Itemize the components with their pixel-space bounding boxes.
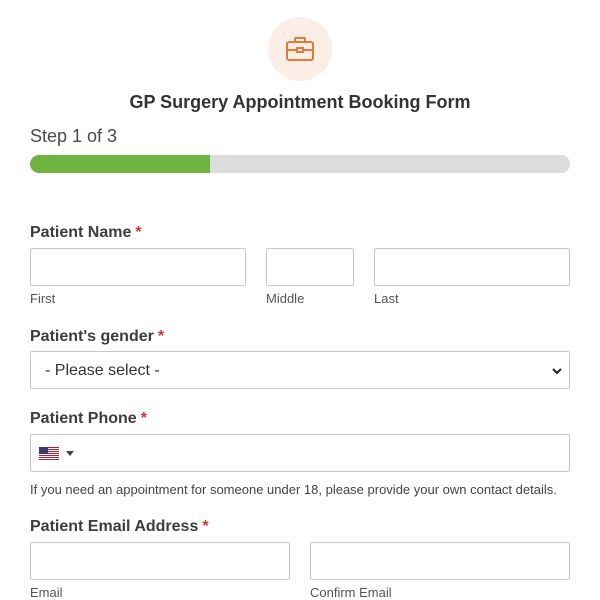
patient-name-label-text: Patient Name xyxy=(30,224,132,241)
required-marker: * xyxy=(202,518,209,535)
first-name-input[interactable] xyxy=(30,248,246,286)
middle-name-input[interactable] xyxy=(266,248,354,286)
gender-select-value: - Please select - xyxy=(45,362,160,379)
gender-label: Patient's gender * xyxy=(30,328,164,346)
patient-name-label: Patient Name * xyxy=(30,224,142,242)
progress-bar xyxy=(30,155,570,173)
email-input[interactable] xyxy=(30,542,290,580)
phone-help-text: If you need an appointment for someone u… xyxy=(30,482,557,497)
phone-label-text: Patient Phone xyxy=(30,410,137,427)
phone-label: Patient Phone * xyxy=(30,410,147,428)
step-indicator: Step 1 of 3 xyxy=(30,126,118,146)
form-title: GP Surgery Appointment Booking Form xyxy=(129,92,471,112)
last-name-input[interactable] xyxy=(374,248,570,286)
confirm-email-input[interactable] xyxy=(310,542,570,580)
progress-bar-fill xyxy=(30,155,210,173)
chevron-down-icon xyxy=(552,368,562,375)
email-label: Patient Email Address * xyxy=(30,518,209,536)
middle-name-sublabel: Middle xyxy=(266,291,305,306)
last-name-sublabel: Last xyxy=(374,291,399,306)
email-sublabel: Email xyxy=(30,585,63,600)
form-logo xyxy=(268,17,332,81)
us-flag-icon xyxy=(39,447,59,460)
gender-label-text: Patient's gender xyxy=(30,328,154,345)
confirm-email-sublabel: Confirm Email xyxy=(310,585,392,600)
phone-input[interactable] xyxy=(87,435,567,471)
gender-select[interactable]: - Please select - xyxy=(30,351,570,389)
country-selector-button[interactable] xyxy=(39,447,79,461)
caret-down-icon xyxy=(66,451,74,456)
phone-field[interactable] xyxy=(30,434,570,472)
required-marker: * xyxy=(157,328,165,345)
first-name-sublabel: First xyxy=(30,291,56,306)
email-label-text: Patient Email Address xyxy=(30,518,199,535)
briefcase-icon xyxy=(286,37,314,61)
required-marker: * xyxy=(140,410,147,427)
required-marker: * xyxy=(135,224,142,241)
